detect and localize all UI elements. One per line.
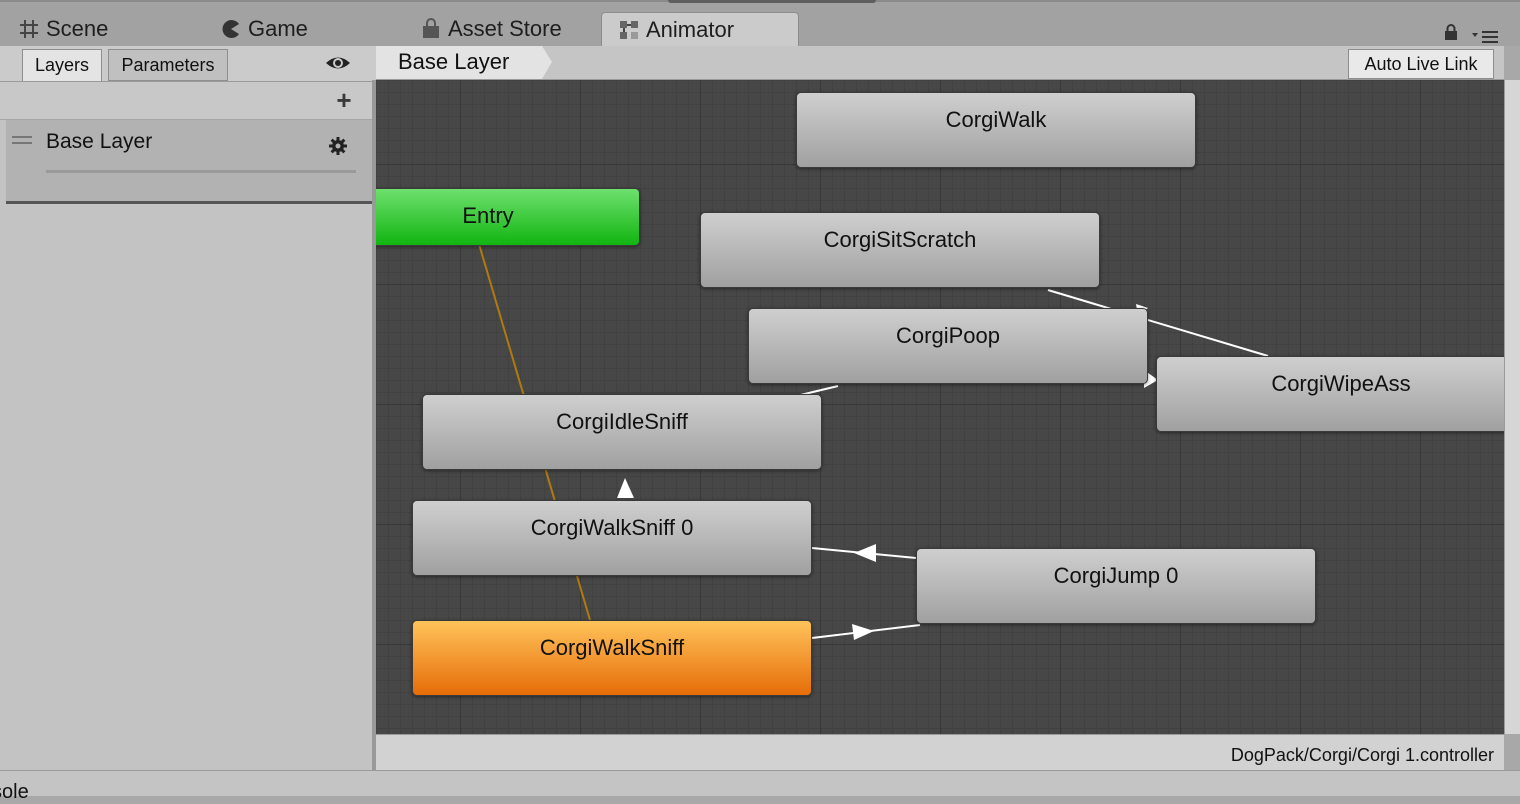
tab-scene[interactable]: Scene [18,12,108,46]
state-corgi-walk-sniff[interactable]: CorgiWalkSniff [412,620,812,696]
drag-handle-icon[interactable] [12,136,32,144]
transition-arrow [617,478,634,498]
state-machine-graph[interactable]: CorgiWalk Entry CorgiSitScratch CorgiPoo… [376,80,1504,734]
tab-animator[interactable]: Animator [601,12,799,46]
lock-icon[interactable] [1444,24,1458,40]
breadcrumb-arrow [542,46,552,79]
layers-panel: Layers Parameters + Base Layer [0,46,376,770]
shopping-bag-icon [420,18,442,40]
state-corgi-idle-sniff[interactable]: CorgiIdleSniff [422,394,822,470]
layer-item-base-layer[interactable]: Base Layer [6,120,372,204]
tab-asset-store[interactable]: Asset Store [420,12,562,46]
state-corgi-walk[interactable]: CorgiWalk [796,92,1196,168]
tab-scene-label: Scene [46,16,109,41]
tab-parameters[interactable]: Parameters [108,49,228,81]
add-layer-row [0,82,376,120]
state-corgi-jump-0[interactable]: CorgiJump 0 [916,548,1316,624]
tab-game[interactable]: Game [220,12,308,46]
state-corgi-sit-scratch[interactable]: CorgiSitScratch [700,212,1100,288]
transition-arrow [854,544,876,562]
transition-arrow [852,624,874,640]
tab-layers[interactable]: Layers [22,49,102,81]
state-corgi-poop[interactable]: CorgiPoop [748,308,1148,384]
breadcrumb[interactable]: Base Layer [376,46,542,79]
gear-icon[interactable] [328,136,348,156]
layer-weight-slider[interactable] [46,170,356,173]
layer-name: Base Layer [46,130,153,153]
right-edge-panel [1504,80,1520,734]
window-notch [668,0,876,3]
graph-header: Base Layer Auto Live Link [376,46,1504,80]
pacman-icon [220,18,242,40]
breadcrumb-label: Base Layer [398,49,510,74]
controller-path: DogPack/Corgi/Corgi 1.controller [1230,745,1494,765]
console-panel-tab-strip: sole [0,770,1520,803]
tab-game-label: Game [248,16,308,41]
auto-live-link-button[interactable]: Auto Live Link [1348,49,1494,79]
status-bar: DogPack/Corgi/Corgi 1.controller [376,734,1504,770]
tab-animator-label: Animator [646,16,735,42]
panel-menu-icon[interactable] [1470,28,1500,44]
add-layer-button[interactable]: + [332,87,356,113]
eye-icon[interactable] [324,52,352,74]
grid-icon [18,18,40,40]
animator-icon [618,19,640,41]
window-tab-bar: Scene Game Asset Store Animator [0,0,1520,46]
console-tab-label[interactable]: sole [0,781,29,804]
state-corgi-wipe-ass[interactable]: CorgiWipeAss [1156,356,1504,432]
state-entry[interactable]: Entry [376,188,640,246]
tab-asset-store-label: Asset Store [448,16,562,41]
state-corgi-walk-sniff-0[interactable]: CorgiWalkSniff 0 [412,500,812,576]
